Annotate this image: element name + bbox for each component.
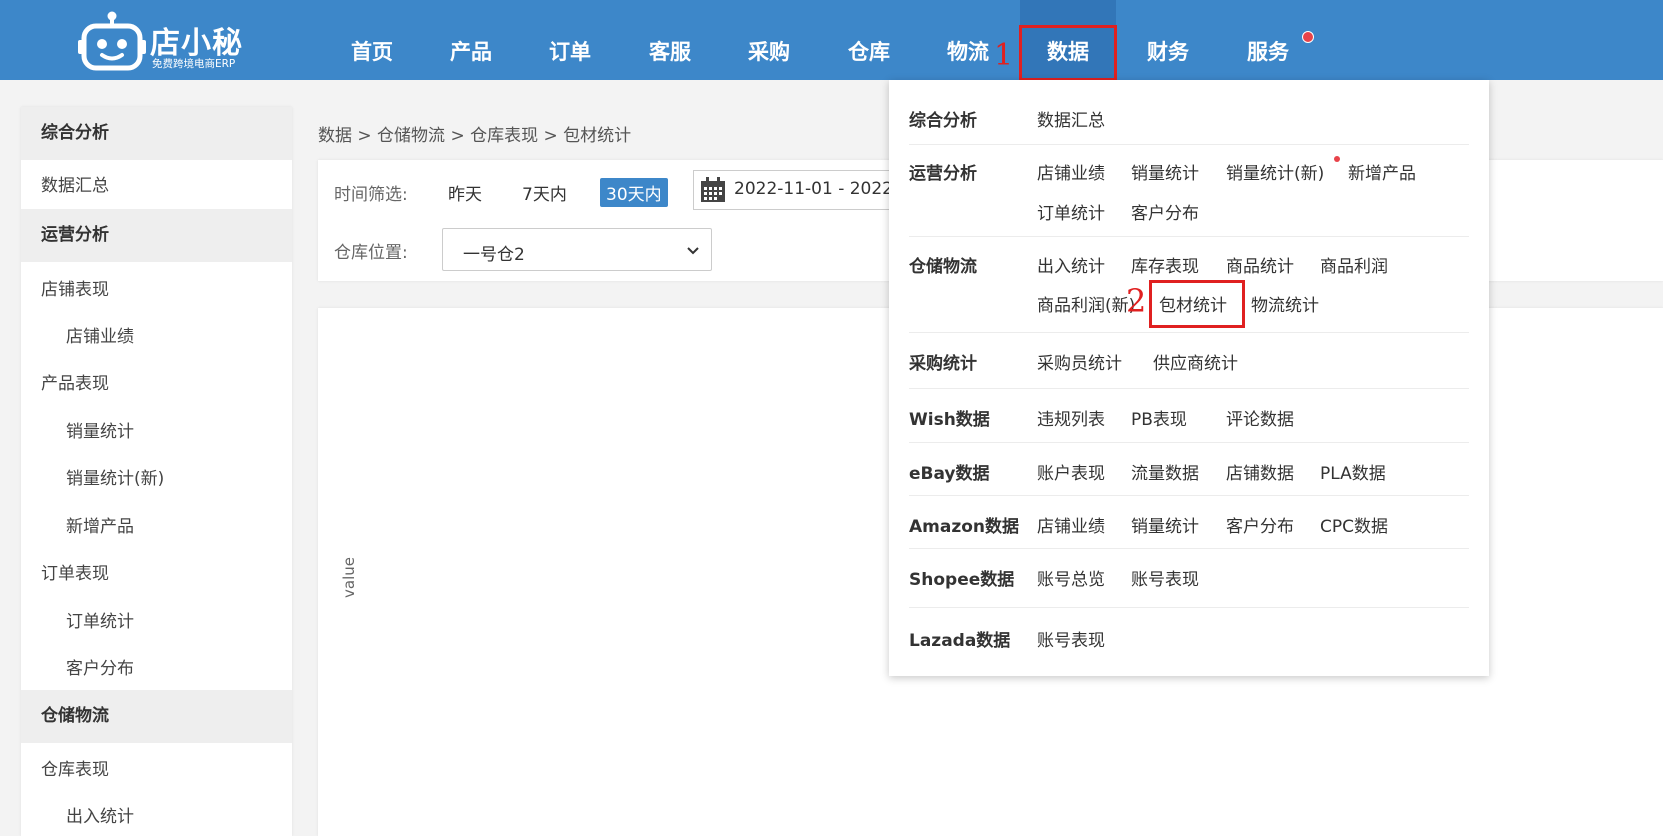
calendar-icon: [701, 177, 725, 202]
dropdown-link[interactable]: 数据汇总: [1037, 106, 1105, 131]
dropdown-link[interactable]: CPC数据: [1320, 512, 1388, 537]
dropdown-link[interactable]: 账号表现: [1037, 626, 1105, 651]
dropdown-link[interactable]: 销量统计: [1131, 512, 1199, 537]
breadcrumb: 数据 > 仓储物流 > 仓库表现 > 包材统计: [318, 126, 632, 146]
dropdown-link[interactable]: 账号表现: [1131, 565, 1199, 590]
new-badge-dot: [1334, 156, 1340, 162]
dropdown-row-warehouse-logistics: 仓储物流 出入统计 库存表现 商品统计 商品利润 商品利润(新) 包材统计 物流…: [909, 237, 1469, 333]
dropdown-link[interactable]: 店铺数据: [1226, 459, 1294, 484]
robot-logo-icon: [78, 11, 146, 71]
nav-services[interactable]: 服务: [1220, 0, 1316, 80]
dropdown-category: Shopee数据: [909, 570, 1015, 590]
dropdown-row-shopee: Shopee数据 账号总览 账号表现: [909, 549, 1469, 608]
chevron-down-icon: [687, 247, 699, 255]
dropdown-link[interactable]: PB表现: [1131, 405, 1187, 430]
dropdown-category: 仓储物流: [909, 257, 977, 277]
dropdown-row-operations: 运营分析 店铺业绩 销量统计 销量统计(新) 新增产品 订单统计 客户分布: [909, 145, 1469, 237]
sidebar-item-sales-stats-new[interactable]: 销量统计(新): [66, 464, 164, 489]
dropdown-row-wish: Wish数据 违规列表 PB表现 评论数据: [909, 389, 1469, 443]
nav-purchasing[interactable]: 采购: [721, 0, 817, 80]
dropdown-row-purchasing: 采购统计 采购员统计 供应商统计: [909, 333, 1469, 389]
time-option-7days[interactable]: 7天内: [522, 180, 567, 205]
sidebar-item-product-performance[interactable]: 产品表现: [41, 369, 109, 394]
dropdown-category: Wish数据: [909, 410, 990, 430]
sidebar-section-warehouse-logistics[interactable]: 仓储物流: [21, 690, 292, 743]
dropdown-row-overview: 综合分析 数据汇总: [909, 80, 1469, 145]
dropdown-link[interactable]: 订单统计: [1037, 199, 1105, 224]
time-option-yesterday[interactable]: 昨天: [448, 180, 482, 205]
time-filter-label: 时间筛选:: [334, 185, 408, 205]
sidebar-item-order-performance[interactable]: 订单表现: [41, 559, 109, 584]
dropdown-category: 采购统计: [909, 354, 977, 374]
sidebar-item-data-summary[interactable]: 数据汇总: [41, 171, 109, 196]
nav-data[interactable]: 数据: [1020, 0, 1116, 80]
nav-products[interactable]: 产品: [423, 0, 519, 80]
dropdown-row-lazada: Lazada数据 账号表现: [909, 608, 1469, 676]
time-option-30days[interactable]: 30天内: [600, 178, 668, 207]
dropdown-category: Lazada数据: [909, 631, 1011, 651]
logo-subtitle: 免费跨境电商ERP: [152, 58, 236, 70]
annotation-number-2: 2: [1126, 282, 1147, 320]
dropdown-row-amazon: Amazon数据 店铺业绩 销量统计 客户分布 CPC数据: [909, 496, 1469, 549]
nav-orders[interactable]: 订单: [522, 0, 618, 80]
dropdown-category: 综合分析: [909, 111, 977, 131]
dropdown-link[interactable]: 库存表现: [1131, 252, 1199, 277]
sidebar-item-store-results[interactable]: 店铺业绩: [66, 322, 134, 347]
dropdown-link[interactable]: 商品利润: [1320, 252, 1388, 277]
sidebar-item-order-stats[interactable]: 订单统计: [66, 607, 134, 632]
dropdown-link[interactable]: 店铺业绩: [1037, 512, 1105, 537]
nav-customer-service[interactable]: 客服: [622, 0, 718, 80]
dropdown-link[interactable]: 供应商统计: [1153, 349, 1238, 374]
warehouse-select-value: 一号仓2: [463, 245, 525, 265]
sidebar-item-in-out-stats[interactable]: 出入统计: [66, 802, 134, 827]
dropdown-link[interactable]: PLA数据: [1320, 459, 1386, 484]
dropdown-link[interactable]: 商品利润(新): [1037, 291, 1135, 316]
data-dropdown-menu: 综合分析 数据汇总 运营分析 店铺业绩 销量统计 销量统计(新) 新增产品 订单…: [889, 80, 1489, 676]
dropdown-link[interactable]: 出入统计: [1037, 252, 1105, 277]
warehouse-filter-label: 仓库位置:: [334, 243, 408, 263]
sidebar: 综合分析 数据汇总 运营分析 店铺表现 店铺业绩 产品表现 销量统计 销量统计(…: [21, 107, 292, 836]
dropdown-link-packaging-stats[interactable]: 包材统计: [1159, 291, 1227, 316]
dropdown-category: Amazon数据: [909, 517, 1020, 537]
dropdown-link[interactable]: 账号总览: [1037, 565, 1105, 590]
dropdown-link[interactable]: 采购员统计: [1037, 349, 1122, 374]
dropdown-link[interactable]: 新增产品: [1348, 159, 1416, 184]
dropdown-link[interactable]: 客户分布: [1131, 199, 1199, 224]
dropdown-category: eBay数据: [909, 464, 990, 484]
notification-dot: [1302, 31, 1314, 43]
dropdown-category: 运营分析: [909, 164, 977, 184]
dropdown-link[interactable]: 店铺业绩: [1037, 159, 1105, 184]
sidebar-section-operations[interactable]: 运营分析: [21, 209, 292, 262]
sidebar-item-store-performance[interactable]: 店铺表现: [41, 275, 109, 300]
warehouse-select[interactable]: 一号仓2: [442, 228, 712, 271]
annotation-number-1: 1: [994, 38, 1014, 73]
sidebar-item-sales-stats[interactable]: 销量统计: [66, 417, 134, 442]
dropdown-link[interactable]: 违规列表: [1037, 405, 1105, 430]
top-navigation-bar: 店小秘 免费跨境电商ERP 首页 产品 订单 客服 采购 仓库 物流 数据 财务…: [0, 0, 1663, 80]
sidebar-item-new-products[interactable]: 新增产品: [66, 512, 134, 537]
dropdown-link[interactable]: 账户表现: [1037, 459, 1105, 484]
chart-y-axis-label: value: [340, 557, 358, 598]
dropdown-link[interactable]: 物流统计: [1251, 291, 1319, 316]
nav-home[interactable]: 首页: [324, 0, 420, 80]
nav-warehouse[interactable]: 仓库: [821, 0, 917, 80]
app-logo[interactable]: 店小秘 免费跨境电商ERP: [78, 10, 248, 72]
dropdown-link[interactable]: 销量统计: [1131, 159, 1199, 184]
sidebar-item-warehouse-performance[interactable]: 仓库表现: [41, 755, 109, 780]
nav-finance[interactable]: 财务: [1120, 0, 1216, 80]
dropdown-row-ebay: eBay数据 账户表现 流量数据 店铺数据 PLA数据: [909, 443, 1469, 496]
dropdown-link[interactable]: 流量数据: [1131, 459, 1199, 484]
dropdown-link[interactable]: 评论数据: [1226, 405, 1294, 430]
dropdown-link[interactable]: 客户分布: [1226, 512, 1294, 537]
sidebar-item-customer-distribution[interactable]: 客户分布: [66, 654, 134, 679]
dropdown-link[interactable]: 商品统计: [1226, 252, 1294, 277]
sidebar-section-overview[interactable]: 综合分析: [21, 107, 292, 160]
dropdown-link[interactable]: 销量统计(新): [1226, 159, 1324, 184]
